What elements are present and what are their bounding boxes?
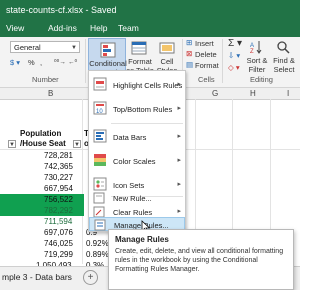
tab-add-ins[interactable]: Add-ins — [48, 23, 77, 33]
number-format-select[interactable]: General ▼ — [10, 41, 80, 53]
tooltip-title: Manage Rules — [115, 235, 169, 244]
add-sheet-icon[interactable]: + — [83, 270, 98, 285]
conditional-formatting-menu: Highlight Cells Rules ▸ 10 Top/Bottom Ru… — [88, 70, 186, 232]
fill-icon[interactable]: ⇩ ▾ — [228, 51, 240, 60]
menu-item-label: Highlight Cells Rules — [113, 81, 183, 90]
decrease-decimal-icon[interactable]: ←⁰ — [68, 58, 77, 66]
header-population[interactable]: Population — [20, 129, 61, 138]
menu-item-data-bars[interactable]: Data Bars ▸ — [89, 127, 185, 147]
insert-button[interactable]: Insert — [195, 39, 214, 48]
menu-item-label: Top/Bottom Rules — [113, 105, 173, 114]
menu-item-label: Color Scales — [113, 157, 156, 166]
population-cell[interactable]: 746,025 — [44, 239, 73, 248]
tab-view[interactable]: View — [6, 23, 24, 33]
menu-item-label: Clear Rules — [113, 208, 153, 217]
column-header-h[interactable]: H — [250, 89, 256, 98]
format-button[interactable]: Format — [195, 61, 219, 70]
menu-item-new-rule[interactable]: New Rule... — [89, 191, 185, 205]
population-cell[interactable]: 667,954 — [44, 184, 73, 193]
manage-rules-tooltip: Manage Rules Create, edit, delete, and v… — [108, 229, 294, 290]
chevron-down-icon: ▼ — [71, 45, 77, 51]
column-header-g[interactable]: G — [212, 89, 218, 98]
tooltip-body: Create, edit, delete, and view all condi… — [115, 248, 284, 273]
grid-line — [82, 99, 83, 264]
chevron-right-icon: ▸ — [177, 81, 181, 88]
format-as-table-icon[interactable] — [131, 41, 147, 55]
top-bottom-icon: 10 — [93, 101, 107, 115]
menu-item-label: Data Bars — [113, 133, 147, 142]
group-divider — [85, 39, 86, 83]
title-bar: state-counts-cf.xlsx - Saved — [0, 0, 300, 20]
data-bars-icon — [93, 129, 107, 143]
color-scales-icon — [94, 154, 106, 166]
population-cell-highlighted[interactable]: 782,292 — [44, 206, 73, 215]
chevron-right-icon: ▸ — [177, 181, 181, 188]
delete-icon: ⊠ — [186, 49, 193, 58]
format-icon: ▤ — [186, 60, 194, 69]
window-title: state-counts-cf.xlsx - Saved — [6, 5, 117, 15]
conditional-formatting-icon — [100, 42, 116, 58]
editing-group-label: Editing — [250, 75, 273, 84]
svg-text:10: 10 — [96, 109, 103, 115]
header-house-seat[interactable]: /House Seat — [20, 139, 66, 148]
highlight-cells-icon — [93, 77, 107, 91]
increase-decimal-icon[interactable]: ⁰⁰→ — [54, 58, 66, 66]
find-select-icon[interactable] — [276, 40, 290, 54]
population-cell[interactable]: 719,299 — [44, 250, 73, 259]
chevron-right-icon: ▸ — [177, 208, 181, 215]
percent-cell[interactable]: 0.92% — [86, 239, 109, 248]
filter-dropdown-icon[interactable]: ▼ — [73, 140, 81, 148]
icon-sets-icon — [93, 177, 107, 191]
sheet-tab[interactable]: mple 3 - Data bars — [2, 272, 72, 282]
insert-icon: ⊞ — [186, 38, 193, 47]
cell-styles-icon[interactable] — [159, 41, 175, 55]
svg-text:Z: Z — [250, 49, 254, 54]
menu-item-highlight-cells-rules[interactable]: Highlight Cells Rules ▸ — [89, 75, 185, 95]
population-cell[interactable]: 742,365 — [44, 162, 73, 171]
menu-item-color-scales[interactable]: Color Scales ▸ — [89, 151, 185, 171]
menu-separator — [111, 123, 183, 124]
population-cell[interactable]: 728,281 — [44, 151, 73, 160]
tab-team[interactable]: Team — [118, 23, 139, 33]
group-divider — [222, 39, 223, 83]
chevron-right-icon: ▸ — [177, 133, 181, 140]
sort-filter-button[interactable]: Sort & Filter — [244, 56, 270, 74]
comma-button[interactable]: , — [40, 58, 42, 67]
sort-filter-icon[interactable]: A Z — [250, 40, 264, 54]
menu-item-top-bottom-rules[interactable]: 10 Top/Bottom Rules ▸ — [89, 99, 185, 119]
population-cell-highlighted[interactable]: 711,594 — [44, 217, 72, 226]
manage-rules-icon — [94, 219, 106, 231]
menu-item-label: Icon Sets — [113, 181, 145, 190]
number-group-label: Number — [32, 75, 59, 84]
currency-icon[interactable]: $ ▾ — [10, 58, 20, 67]
chevron-right-icon: ▸ — [177, 157, 181, 164]
filter-dropdown-icon[interactable]: ▼ — [8, 140, 16, 148]
clear-icon[interactable]: ◇ ▾ — [228, 63, 240, 72]
tab-help[interactable]: Help — [90, 23, 107, 33]
new-rule-icon — [93, 192, 105, 204]
population-cell[interactable]: 730,227 — [44, 173, 73, 182]
menu-item-label: New Rule... — [113, 194, 152, 203]
percent-button[interactable]: % — [28, 58, 35, 67]
number-format-value: General — [14, 43, 41, 52]
autosum-icon[interactable]: Σ ▾ — [228, 38, 242, 49]
cells-group-label: Cells — [198, 75, 215, 84]
population-cell[interactable]: 697,076 — [44, 228, 73, 237]
percent-cell[interactable]: 0.89% — [86, 250, 109, 259]
ribbon-tabs: View Add-ins Help Team — [0, 20, 300, 37]
chevron-right-icon: ▸ — [177, 105, 181, 112]
column-header-i[interactable]: I — [287, 89, 289, 98]
population-cell[interactable]: 756,522 — [44, 195, 73, 204]
column-header-b[interactable]: B — [48, 89, 53, 98]
find-select-button[interactable]: Find & Select — [270, 56, 298, 74]
delete-button[interactable]: Delete — [195, 50, 217, 59]
